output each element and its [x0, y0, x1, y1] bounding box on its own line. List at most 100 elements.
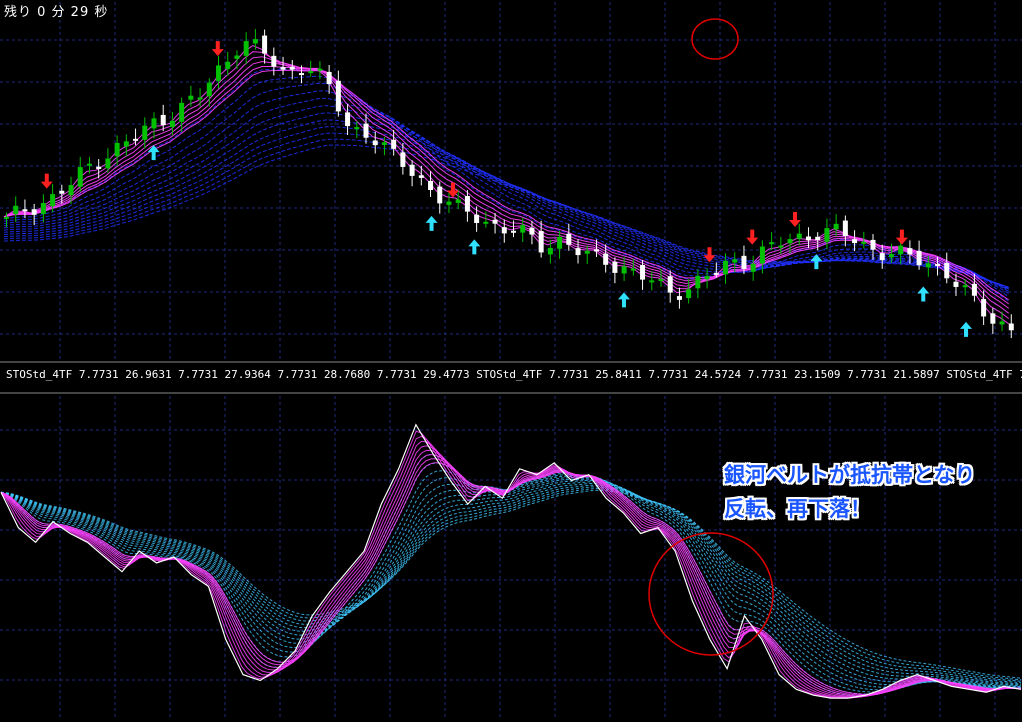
candle-body: [13, 205, 19, 215]
candle-body: [4, 216, 9, 219]
candle-body: [40, 203, 46, 215]
candle-body: [197, 97, 203, 100]
candle-body: [732, 259, 738, 263]
candle-body: [142, 125, 148, 140]
candle-body: [815, 236, 821, 241]
candle-body: [483, 221, 489, 224]
candle-body: [409, 164, 415, 176]
candle-body: [464, 196, 470, 212]
candle-body: [298, 73, 304, 76]
candle-body: [990, 313, 996, 324]
candle-body: [676, 296, 682, 300]
candle-body: [326, 71, 332, 84]
candle-body: [400, 152, 406, 167]
candle-body: [169, 120, 175, 127]
candle-body: [769, 242, 775, 245]
candle-body: [179, 102, 185, 122]
candle-body: [584, 250, 590, 254]
candle-body: [686, 289, 692, 299]
chart-background: [0, 0, 1022, 722]
candle-body: [501, 227, 507, 234]
candle-body: [50, 194, 56, 207]
candle-body: [77, 167, 83, 187]
candle-body: [603, 253, 609, 265]
candle-body: [188, 95, 194, 100]
candle-body: [123, 141, 129, 147]
candle-body: [225, 61, 231, 69]
chart-canvas: [0, 0, 1022, 722]
candle-body: [907, 248, 913, 255]
candle-body: [114, 142, 120, 157]
candle-body: [1008, 323, 1014, 331]
candle-body: [391, 139, 397, 149]
candle-body: [289, 66, 295, 70]
candle-body: [354, 127, 360, 130]
candle-body: [363, 123, 369, 138]
candle-body: [796, 233, 802, 239]
candle-body: [345, 112, 351, 127]
candle-body: [630, 268, 636, 271]
candle-body: [372, 140, 378, 146]
candle-body: [999, 321, 1005, 325]
candle-body: [529, 227, 535, 235]
candle-body: [547, 247, 553, 255]
candle-body: [805, 236, 811, 241]
candle-body: [59, 190, 65, 194]
candle-body: [612, 261, 618, 273]
candle-body: [640, 265, 646, 280]
candle-body: [723, 260, 729, 275]
candle-body: [861, 241, 867, 244]
candle-body: [557, 236, 563, 249]
candle-body: [511, 230, 516, 233]
candle-body: [852, 239, 858, 244]
candle-body: [308, 71, 314, 74]
candle-body: [713, 272, 719, 275]
candle-body: [243, 41, 249, 56]
candle-body: [593, 249, 599, 252]
candle-body: [151, 118, 157, 129]
annotation-line-1: 銀河ベルトが抵抗帯となり: [724, 463, 976, 487]
candle-body: [741, 255, 747, 269]
candle-body: [704, 276, 710, 280]
candle-body: [759, 246, 765, 264]
candle-body: [335, 80, 341, 112]
candle-body: [520, 225, 526, 233]
candle-body: [133, 138, 139, 141]
candle-body: [870, 239, 876, 250]
candle-body: [833, 223, 839, 230]
countdown-timer: 残り 0 分 29 秒: [4, 5, 109, 20]
candle-body: [280, 67, 286, 70]
candle-body: [206, 82, 212, 97]
candle-body: [898, 245, 904, 255]
candle-body: [778, 245, 784, 248]
candle-body: [649, 280, 655, 283]
candle-body: [317, 68, 323, 71]
candle-body: [234, 55, 240, 59]
candle-body: [935, 263, 941, 266]
annotation-line-2: 反転、再下落！: [724, 497, 871, 521]
candle-body: [658, 279, 664, 282]
candle-body: [105, 158, 111, 169]
candle-body: [455, 199, 461, 203]
candle-body: [879, 253, 885, 261]
candle-body: [428, 180, 434, 191]
candle-body: [96, 166, 102, 169]
candle-body: [621, 266, 627, 274]
candle-body: [31, 209, 37, 215]
candle-body: [538, 231, 544, 253]
candle-body: [667, 276, 673, 293]
candle-body: [787, 239, 793, 244]
candle-body: [492, 219, 498, 224]
candle-body: [381, 142, 387, 145]
candle-body: [981, 299, 987, 317]
candle-body: [160, 114, 166, 126]
candle-body: [695, 276, 701, 289]
candle-body: [953, 281, 959, 287]
candle-body: [750, 263, 756, 272]
candle-body: [925, 263, 931, 268]
candle-body: [22, 209, 28, 212]
candle-body: [252, 39, 258, 44]
annotation-text: 銀河ベルトが抵抗帯となり 反転、再下落！: [724, 458, 975, 526]
candle-body: [916, 250, 922, 266]
candle-body: [446, 201, 452, 205]
